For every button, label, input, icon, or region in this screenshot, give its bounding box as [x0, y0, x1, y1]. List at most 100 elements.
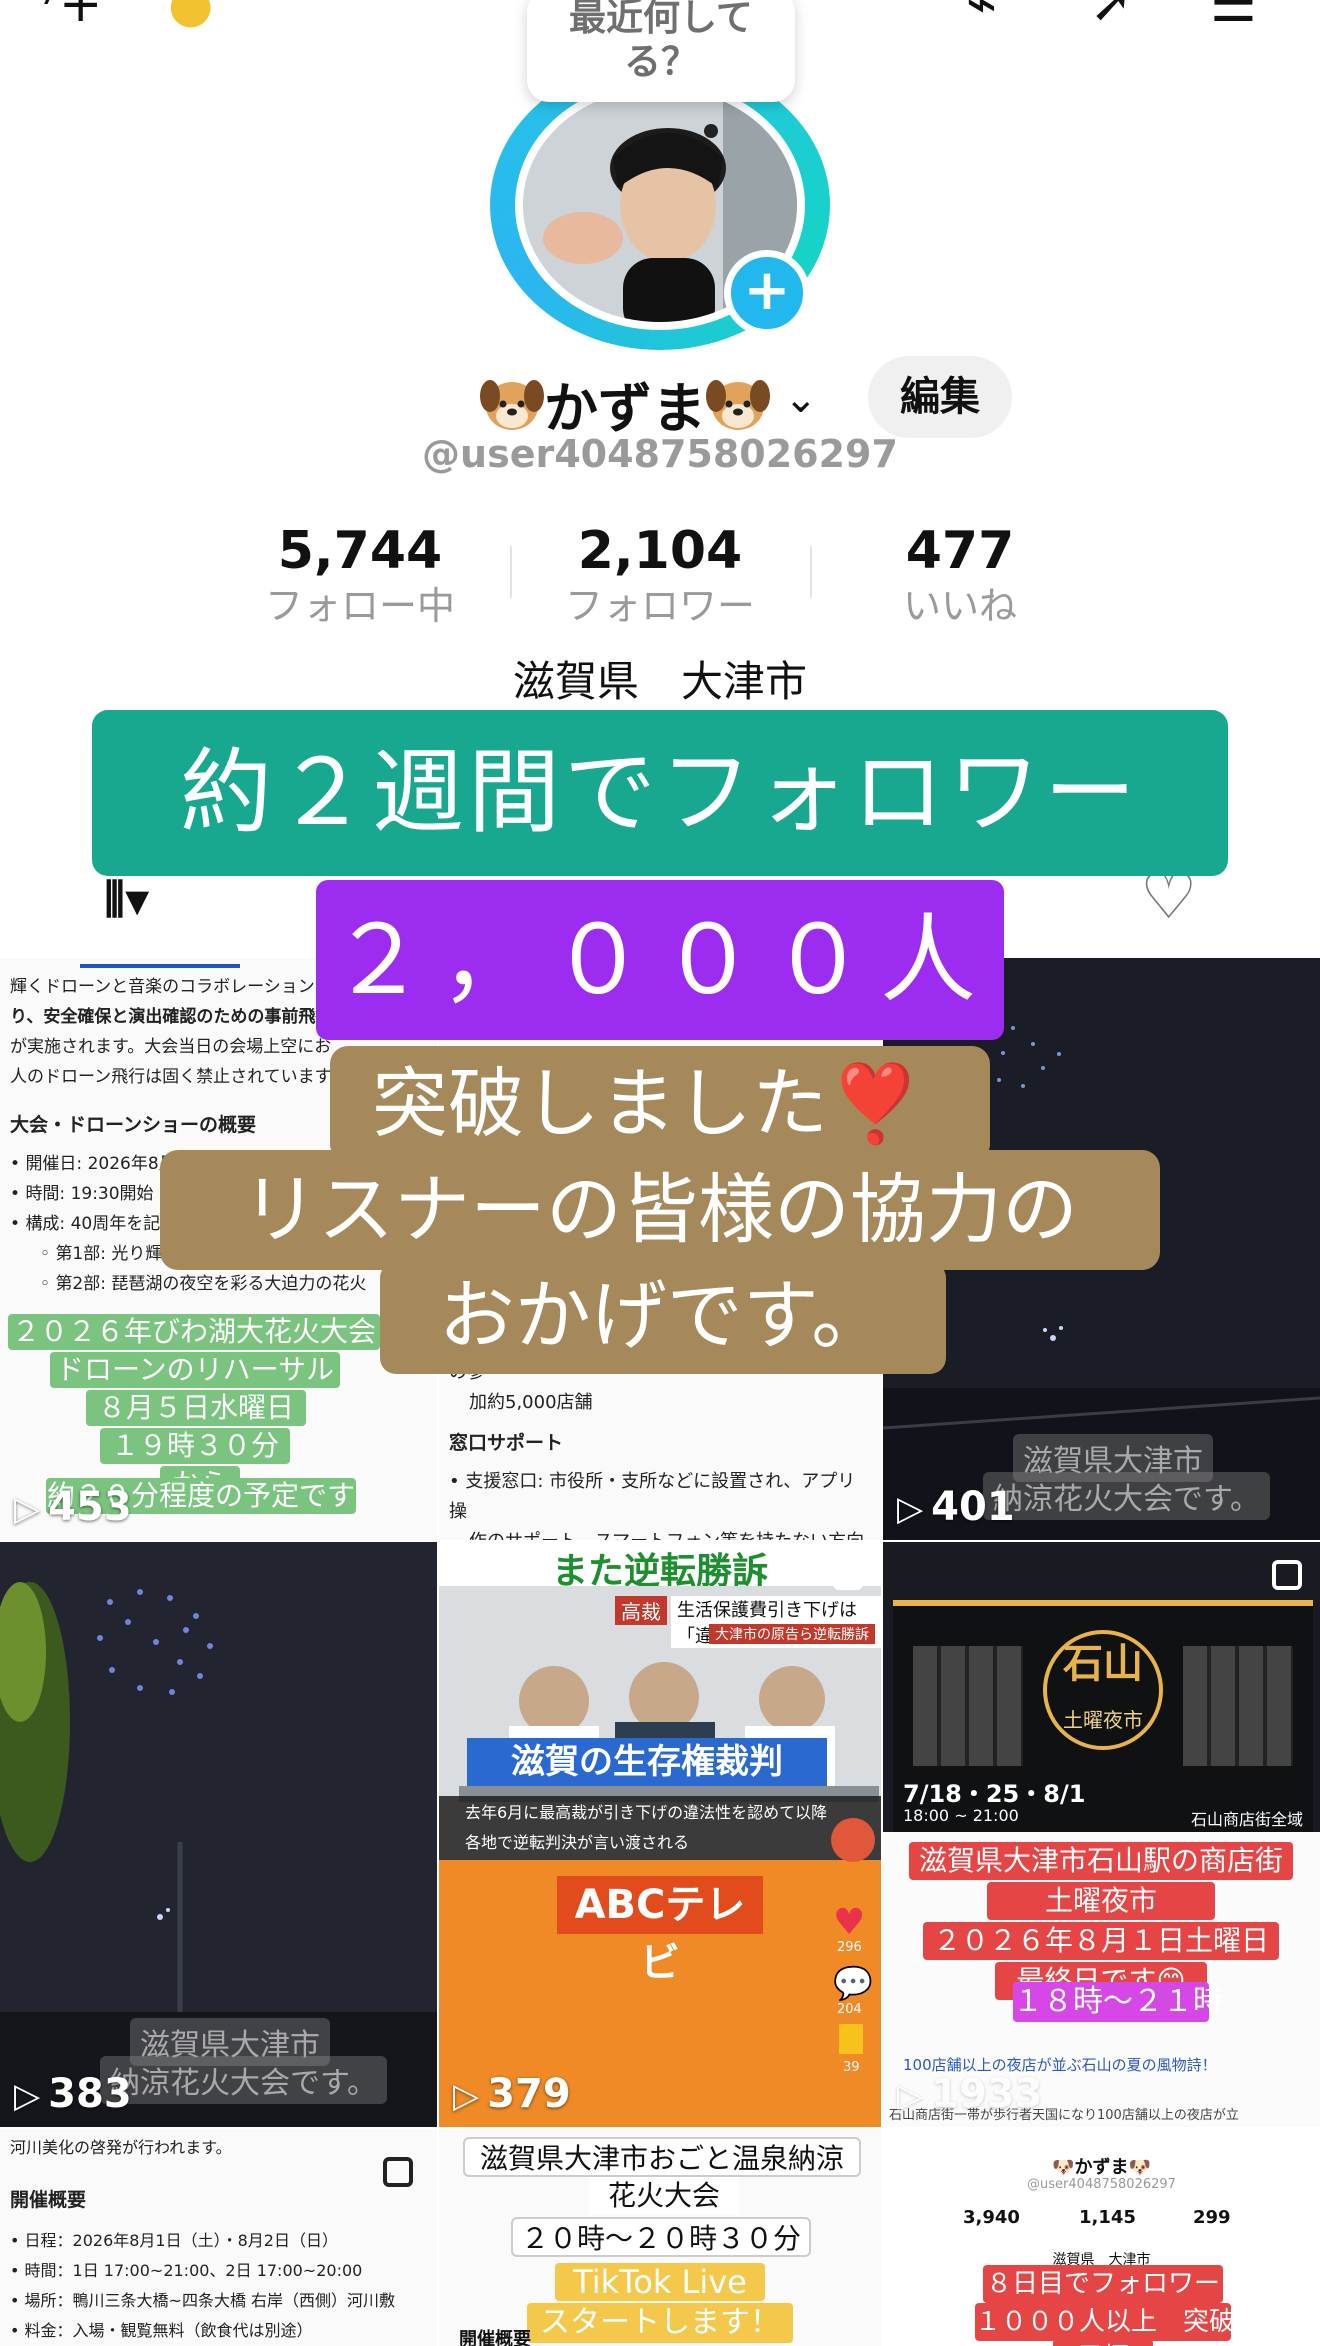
stat-following[interactable]: 5,744 フォロー中 [210, 520, 510, 630]
status-bubble-line-1: 最近何して [569, 0, 753, 39]
doc-item: • 日程：2026年8月1日（土）・8月2日（日） [10, 2231, 338, 2250]
overlay-banner-line-1: 約２週間でフォロワー [92, 710, 1228, 876]
stat-followers-label: フォロワー [564, 584, 755, 628]
comment-count: 204 [837, 2002, 862, 2017]
news-ticker-line-2: 各地で逆転判決が言い渡される [465, 1833, 690, 1852]
overlay-banner-line-5: おかげです。 [380, 1262, 946, 1374]
doc-heading: 大会・ドローンショーの概要 [10, 1114, 257, 1136]
like-count: 296 [837, 1940, 862, 1955]
watermark-text: 納涼花火大会です。 [100, 2056, 387, 2104]
view-count: ▷ 401 [897, 1484, 1015, 1530]
news-tag: 高裁 [615, 1596, 667, 1625]
video-caption-line: ２０２６年８月１日土曜日 [923, 1922, 1279, 1960]
video-caption-line: ８日目でフォロワー [983, 2265, 1223, 2303]
doc-heading: 開催概要 [459, 2329, 531, 2346]
doc-item: • 料金：入場・観覧無料（飲食代は別途） [10, 2321, 313, 2340]
profile-bio: 滋賀県 大津市 [512, 657, 807, 706]
live-caption: TikTok Live [555, 2263, 765, 2301]
news-ticker: 去年6月に最高裁が引き下げの違法性を認めて以降 各地で逆転判決が言い渡される [439, 1796, 881, 1860]
doc-item: • 場所：鴨川三条大橋~四条大橋 右岸（西側）河川敷 [10, 2291, 396, 2310]
watermark-text: 納涼花火大会です。 [983, 1472, 1270, 1520]
coin-icon[interactable]: ● [168, 0, 213, 34]
multi-photo-icon [383, 2157, 413, 2187]
video-caption-line: ８月５日水曜日 [86, 1390, 306, 1426]
video-thumbnail-8[interactable]: 滋賀県大津市おごと温泉納涼 花火大会 ２０時〜２０時３０分 TikTok Liv… [439, 2129, 881, 2346]
doc-heading: 窓口サポート [449, 1432, 564, 1454]
mini-stat: 299 [1193, 2207, 1231, 2228]
doc-item: 作のサポート、スマートフォン等を持たない方向け [449, 1527, 871, 1540]
poster-time: 18:00 ~ 21:00 [903, 1806, 1019, 1825]
video-caption-line: ドローンのリハーサル [50, 1352, 340, 1388]
video-caption-line: １９時３０分 [100, 1428, 290, 1464]
mini-profile-name: 🐶かずま🐶 [1052, 2157, 1151, 2178]
video-thumbnail-5[interactable]: また逆転勝訴 高裁 生活保護費引き下げは「違法」 大津市の原告ら逆転勝訴 滋賀の… [439, 1542, 881, 2127]
share-icon[interactable]: ➚ [1090, 0, 1134, 34]
stat-following-label: フォロー中 [264, 584, 455, 628]
poster-dates: 7/18・25・8/1 [903, 1780, 1086, 1808]
video-thumbnail-7[interactable]: 河川美化の啓発が行われます。 開催概要 • 日程：2026年8月1日（土）・8月… [0, 2129, 437, 2346]
news-banner: 滋賀の生存権裁判 [467, 1738, 827, 1786]
overlay-banner-line-3: 突破しました❣️ [330, 1046, 990, 1162]
doc-line: 河川美化の啓発が行われます。 [10, 2138, 232, 2157]
event-poster: 石山 土曜夜市 7/18・25・8/1 18:00 ~ 21:00 石山商店街全… [893, 1600, 1313, 1832]
play-icon: ▷ [453, 2076, 480, 2116]
mini-stat: 3,940 [963, 2207, 1020, 2228]
menu-icon[interactable]: ☰ [1210, 0, 1257, 34]
videos-tab-grid-icon[interactable]: ⦀▾ [104, 872, 149, 929]
view-count: ▷ 383 [14, 2071, 132, 2117]
video-thumbnail-4[interactable]: 滋賀県大津市 納涼花火大会です。 ▷ 383 [0, 1542, 437, 2127]
live-caption: スタートします！ [527, 2303, 793, 2343]
doc-item: • 時間：1日 17:00~21:00、2日 17:00~20:00 [10, 2261, 363, 2280]
profile-name[interactable]: かずま [480, 364, 770, 440]
bookmark-icon [839, 2024, 863, 2054]
stat-following-count: 5,744 [277, 521, 443, 581]
profile-name-text: かずま [544, 377, 706, 440]
stat-followers-count: 2,104 [577, 521, 743, 581]
multi-photo-icon [833, 1560, 863, 1590]
dog-emoji-icon [480, 379, 544, 430]
stat-likes-label: いいね [902, 584, 1017, 628]
video-caption-time: １８時〜２１時 [1013, 1982, 1223, 2022]
add-story-button[interactable]: + [724, 250, 810, 336]
news-headline: また逆転勝訴 [439, 1542, 881, 1592]
overlay-banner-line-2: ２，０００人 [316, 880, 1004, 1040]
play-icon: ▷ [14, 1489, 41, 1529]
username-handle: @user4048758026297 [422, 432, 898, 476]
bubble-dot [704, 124, 718, 138]
stat-followers[interactable]: 2,104 フォロワー [510, 520, 810, 630]
video-thumbnail-6[interactable]: 石山 土曜夜市 7/18・25・8/1 18:00 ~ 21:00 石山商店街全… [883, 1542, 1320, 2127]
heart-icon: ♥ [833, 1902, 866, 1943]
play-icon: ▷ [14, 2076, 41, 2116]
doc-heading: 開催概要 [10, 2189, 87, 2211]
video-caption-line: ２０２６年びわ湖大花火大会 [8, 1314, 380, 1350]
add-friend-icon[interactable]: ⁷+ [38, 0, 102, 34]
video-caption-line: 滋賀県大津市おごと温泉納涼 [463, 2137, 861, 2177]
video-thumbnail-9[interactable]: 🐶かずま🐶 @user4048758026297 3,940 1,145 299… [883, 2129, 1320, 2346]
view-count: ▷ 379 [453, 2071, 571, 2117]
play-icon: ▷ [897, 1489, 924, 1529]
stat-likes-count: 477 [905, 521, 1015, 581]
dog-emoji-icon [706, 379, 770, 430]
status-bubble-line-2: る？ [624, 40, 698, 83]
video-caption-line: 滋賀県大津市石山駅の商店街 [909, 1842, 1293, 1880]
poster-place: 石山商店街全域 [1190, 1810, 1303, 1829]
save-count: 39 [843, 2060, 860, 2075]
video-caption-line: 花火大会 [589, 2177, 739, 2215]
mini-profile-handle: @user4048758026297 [1027, 2177, 1176, 2192]
video-caption-line: １０００人以上 突破 [975, 2303, 1235, 2341]
view-count: ▷ 1933 [897, 2071, 1043, 2117]
mini-stat: 1,145 [1079, 2207, 1136, 2228]
status-bubble[interactable]: 最近何して る？ [527, 0, 795, 102]
video-caption-line: 土曜夜市 [987, 1882, 1215, 1920]
abc-logo: ABCテレビ [557, 1876, 763, 1986]
overlay-banner-line-4: リスナーの皆様の協力の [160, 1150, 1160, 1270]
stat-likes[interactable]: 477 いいね [810, 520, 1110, 630]
news-ticker-line-1: 去年6月に最高裁が引き下げの違法性を認めて以降 [465, 1803, 828, 1822]
edit-profile-button[interactable]: 編集 [868, 356, 1012, 438]
doc-item: 加約5,000店舗 [469, 1392, 593, 1413]
doc-item: ◦ 第2部: 琵琶湖の夜空を彩る大迫力の花火 [40, 1274, 367, 1294]
video-caption-line: 目標 [1053, 2339, 1153, 2346]
chevron-down-icon[interactable]: ⌄ [784, 376, 818, 422]
footprints-icon[interactable]: ⌁ [966, 0, 997, 34]
view-count: ▷ 453 [14, 1484, 132, 1530]
